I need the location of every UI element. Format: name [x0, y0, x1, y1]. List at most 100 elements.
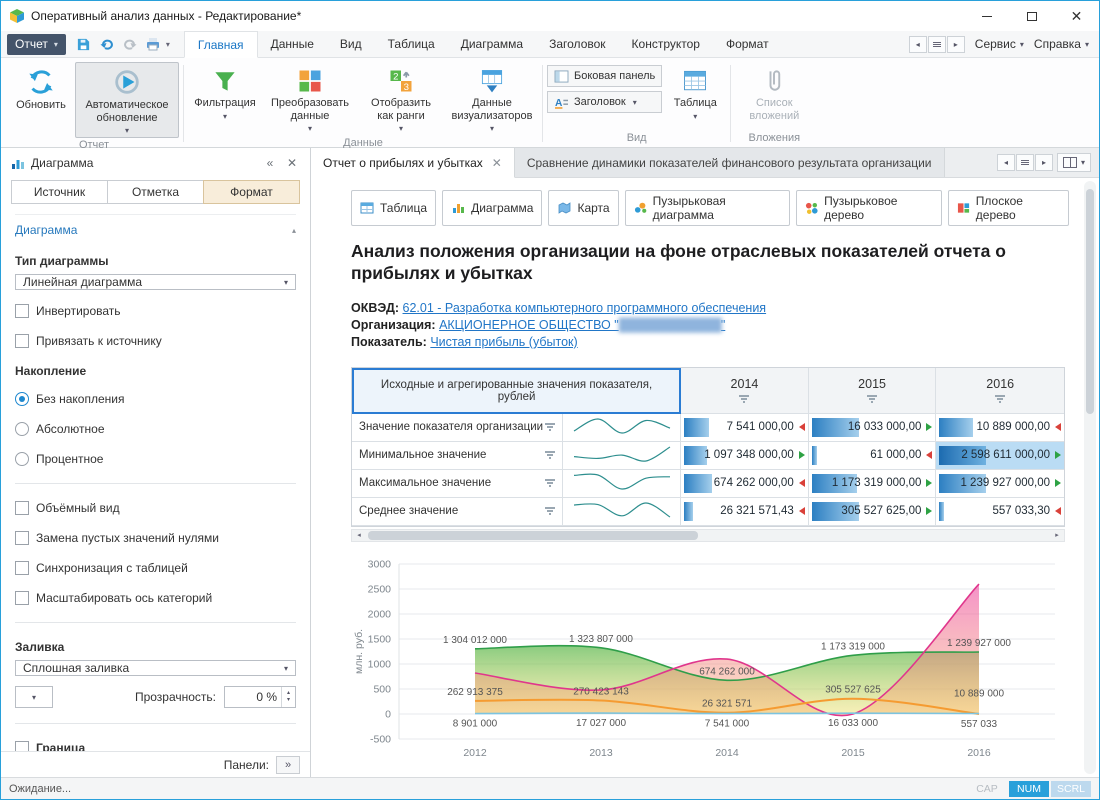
- filter-icon[interactable]: [545, 423, 555, 431]
- chart[interactable]: 300025002000150010005000-500млн. руб.1 3…: [351, 554, 1069, 771]
- tab-scroll-left-button[interactable]: ◂: [997, 154, 1015, 171]
- checkbox[interactable]: [15, 334, 29, 348]
- view-chart-button[interactable]: Диаграмма: [442, 190, 542, 226]
- maximize-button[interactable]: [1009, 1, 1054, 31]
- layout-split-button[interactable]: ▾: [1057, 153, 1091, 172]
- tab-istochnik[interactable]: Источник: [11, 180, 108, 204]
- ribbon-scroll-left-button[interactable]: ◂: [909, 36, 927, 53]
- close-panel-button[interactable]: ✕: [284, 156, 300, 170]
- volume-view-checkbox-row[interactable]: Объёмный вид: [15, 501, 296, 515]
- invert-checkbox-row[interactable]: Инвертировать: [15, 304, 296, 318]
- close-button[interactable]: ✕: [1054, 1, 1099, 31]
- print-dropdown-caret[interactable]: ▾: [166, 40, 176, 49]
- checkbox[interactable]: [15, 741, 29, 751]
- value-cell-selected[interactable]: 2 598 611 000,00: [936, 442, 1064, 470]
- accumulation-absolute-radio-row[interactable]: Абсолютное: [15, 422, 296, 436]
- filter-icon[interactable]: [995, 395, 1005, 403]
- view-bubble-tree-button[interactable]: Пузырьковое дерево: [796, 190, 942, 226]
- view-map-button[interactable]: Карта: [548, 190, 618, 226]
- view-table-button[interactable]: Таблица: [351, 190, 436, 226]
- checkbox[interactable]: [15, 304, 29, 318]
- document-vertical-scrollbar[interactable]: [1084, 181, 1096, 774]
- print-button[interactable]: [143, 34, 163, 54]
- radio[interactable]: [15, 422, 29, 436]
- redo-button[interactable]: [120, 34, 140, 54]
- filter-icon[interactable]: [545, 507, 555, 515]
- radio[interactable]: [15, 452, 29, 466]
- doc-tab-profit-loss[interactable]: Отчет о прибылях и убытках ✕: [311, 148, 515, 178]
- fill-type-select[interactable]: Сплошная заливка ▾: [15, 660, 296, 676]
- panels-expand-button[interactable]: »: [276, 756, 300, 774]
- refresh-button[interactable]: Обновить: [9, 62, 73, 115]
- scale-axis-checkbox-row[interactable]: Масштабировать ось категорий: [15, 591, 296, 605]
- tab-otmetka[interactable]: Отметка: [107, 180, 204, 204]
- side-panel-toggle-button[interactable]: Боковая панель: [547, 65, 662, 87]
- value-cell[interactable]: 1 173 319 000,00: [809, 470, 937, 498]
- bind-source-checkbox-row[interactable]: Привязать к источнику: [15, 334, 296, 348]
- ribbon-list-button[interactable]: [928, 36, 946, 53]
- transparency-input[interactable]: 0 % ▴▾: [224, 686, 296, 708]
- row-label-cell[interactable]: Значение показателя организации: [352, 414, 563, 442]
- indicator-link[interactable]: Чистая прибыль (убыток): [430, 335, 577, 349]
- ribbon-tab-tablitsa[interactable]: Таблица: [375, 31, 448, 57]
- close-tab-icon[interactable]: ✕: [492, 156, 502, 170]
- service-menu[interactable]: Сервис▾: [975, 37, 1024, 51]
- replace-empty-checkbox-row[interactable]: Замена пустых значений нулями: [15, 531, 296, 545]
- sync-table-checkbox-row[interactable]: Синхронизация с таблицей: [15, 561, 296, 575]
- filter-button[interactable]: Фильтрация ▾: [188, 62, 262, 124]
- scrollbar-thumb[interactable]: [1086, 189, 1094, 414]
- sparkline-cell[interactable]: [563, 470, 681, 498]
- spinner-down-icon[interactable]: ▾: [287, 697, 290, 704]
- row-label-cell[interactable]: Максимальное значение: [352, 470, 563, 498]
- doc-tab-comparison[interactable]: Сравнение динамики показателей финансово…: [515, 148, 945, 177]
- show-as-ranks-button[interactable]: 2 3 Отобразить как ранги ▾: [358, 62, 444, 136]
- chart-type-select[interactable]: Линейная диаграмма ▾: [15, 274, 296, 290]
- sparkline-cell[interactable]: [563, 414, 681, 442]
- undo-button[interactable]: [97, 34, 117, 54]
- scrollbar-thumb[interactable]: [368, 531, 698, 540]
- border-checkbox-row[interactable]: Граница: [15, 741, 296, 751]
- transform-data-button[interactable]: Преобразовать данные ▾: [264, 62, 356, 136]
- scroll-left-icon[interactable]: ◂: [352, 530, 366, 541]
- ribbon-tab-vid[interactable]: Вид: [327, 31, 375, 57]
- tab-list-button[interactable]: [1016, 154, 1034, 171]
- save-button[interactable]: [74, 34, 94, 54]
- row-label-cell[interactable]: Минимальное значение: [352, 442, 563, 470]
- table-horizontal-scrollbar[interactable]: ◂ ▸: [351, 529, 1065, 542]
- value-cell[interactable]: 674 262 000,00: [681, 470, 809, 498]
- value-cell[interactable]: 26 321 571,43: [681, 498, 809, 526]
- sparkline-cell[interactable]: [563, 442, 681, 470]
- collapse-panel-button[interactable]: «: [262, 156, 278, 170]
- value-cell[interactable]: 61 000,00: [809, 442, 937, 470]
- filter-icon[interactable]: [867, 395, 877, 403]
- view-bubble-chart-button[interactable]: Пузырьковая диаграмма: [625, 190, 790, 226]
- value-cell[interactable]: 10 889 000,00: [936, 414, 1064, 442]
- spinner-up-icon[interactable]: ▴: [287, 690, 290, 697]
- filter-icon[interactable]: [545, 479, 555, 487]
- accumulation-percent-radio-row[interactable]: Процентное: [15, 452, 296, 466]
- sparkline-cell[interactable]: [563, 498, 681, 526]
- tab-scroll-right-button[interactable]: ▸: [1035, 154, 1053, 171]
- checkbox[interactable]: [15, 591, 29, 605]
- scrollbar-track[interactable]: [366, 530, 1050, 541]
- tab-format[interactable]: Формат: [203, 180, 300, 204]
- year-header-2016[interactable]: 2016: [936, 368, 1064, 414]
- value-cell[interactable]: 305 527 625,00: [809, 498, 937, 526]
- year-header-2015[interactable]: 2015: [809, 368, 937, 414]
- ribbon-scroll-right-button[interactable]: ▸: [947, 36, 965, 53]
- organization-link[interactable]: АКЦИОНЕРНОЕ ОБЩЕСТВО "█████████████": [439, 318, 725, 332]
- okved-link[interactable]: 62.01 - Разработка компьютерного програм…: [403, 301, 767, 315]
- checkbox[interactable]: [15, 561, 29, 575]
- filter-icon[interactable]: [545, 451, 555, 459]
- accumulation-none-radio-row[interactable]: Без накопления: [15, 392, 296, 406]
- ribbon-tab-diagramma[interactable]: Диаграмма: [448, 31, 536, 57]
- visualizer-data-button[interactable]: Данные визуализаторов ▾: [446, 62, 538, 136]
- filter-icon[interactable]: [739, 395, 749, 403]
- spinner-arrows[interactable]: ▴▾: [281, 687, 295, 707]
- value-cell[interactable]: 1 097 348 000,00: [681, 442, 809, 470]
- view-flat-tree-button[interactable]: Плоское дерево: [948, 190, 1069, 226]
- ribbon-tab-dannye[interactable]: Данные: [258, 31, 327, 57]
- scroll-right-icon[interactable]: ▸: [1050, 530, 1064, 541]
- checkbox[interactable]: [15, 501, 29, 515]
- ribbon-tab-konstruktor[interactable]: Конструктор: [619, 31, 713, 57]
